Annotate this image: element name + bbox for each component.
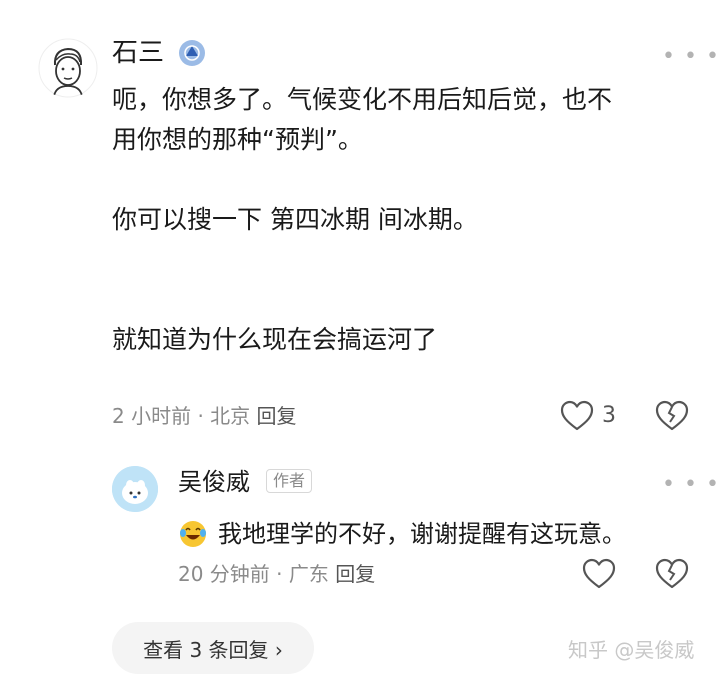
- reply-button[interactable]: 回复: [335, 562, 375, 586]
- sketch-avatar-icon: [38, 38, 98, 98]
- more-options-icon[interactable]: • • •: [662, 474, 720, 496]
- comment-line: [112, 160, 702, 200]
- reply-text: 我地理学的不好，谢谢提醒有这玩意。: [218, 520, 626, 548]
- like-button[interactable]: [582, 558, 616, 594]
- comment-time: 2 小时前: [112, 404, 192, 428]
- comment-meta: 2 小时前 · 北京 回复: [112, 406, 297, 426]
- comment-line: 你可以搜一下 第四冰期 间冰期。: [112, 205, 478, 234]
- like-button[interactable]: 3: [560, 400, 616, 432]
- heart-icon: [560, 400, 594, 431]
- reply-avatar[interactable]: [112, 466, 158, 512]
- reply-time: 20 分钟前: [178, 562, 270, 586]
- comment-line: 用你想的那种“预判”。: [112, 125, 363, 154]
- reply-button[interactable]: 回复: [257, 404, 297, 428]
- comment-line: [112, 240, 702, 280]
- comment-body: 呃，你想多了。气候变化不用后知后觉，也不 用你想的那种“预判”。 你可以搜一下 …: [112, 80, 702, 360]
- view-replies-button[interactable]: 查看 3 条回复 ›: [112, 622, 314, 674]
- dislike-button[interactable]: [655, 558, 689, 594]
- avatar[interactable]: [38, 38, 98, 98]
- reply-location: 广东: [288, 562, 329, 586]
- broken-heart-icon: [655, 558, 689, 589]
- separator: ·: [197, 404, 204, 428]
- dislike-button[interactable]: [655, 400, 689, 436]
- reply-body: 我地理学的不好，谢谢提醒有这玩意。: [178, 514, 626, 554]
- watermark: 知乎 @吴俊威: [568, 638, 695, 662]
- laughing-crying-emoji: [180, 521, 206, 547]
- comment-line: [112, 280, 702, 320]
- broken-heart-icon: [655, 400, 689, 431]
- comment-location: 北京: [210, 404, 251, 428]
- reply-meta: 20 分钟前 · 广东 回复: [178, 564, 375, 584]
- more-options-icon[interactable]: • • •: [662, 46, 720, 68]
- heart-icon: [582, 558, 616, 589]
- verified-shield-icon: [179, 40, 205, 66]
- comment-line: 呃，你想多了。气候变化不用后知后觉，也不: [112, 85, 613, 114]
- cartoon-avatar-icon: [112, 466, 158, 512]
- reply-author-name[interactable]: 吴俊威: [178, 470, 250, 494]
- like-count: 3: [602, 403, 616, 428]
- separator: ·: [276, 562, 283, 586]
- comment-author-name[interactable]: 石三: [112, 40, 164, 66]
- author-tag: 作者: [266, 469, 313, 493]
- comment-line: 就知道为什么现在会搞运河了: [112, 325, 438, 354]
